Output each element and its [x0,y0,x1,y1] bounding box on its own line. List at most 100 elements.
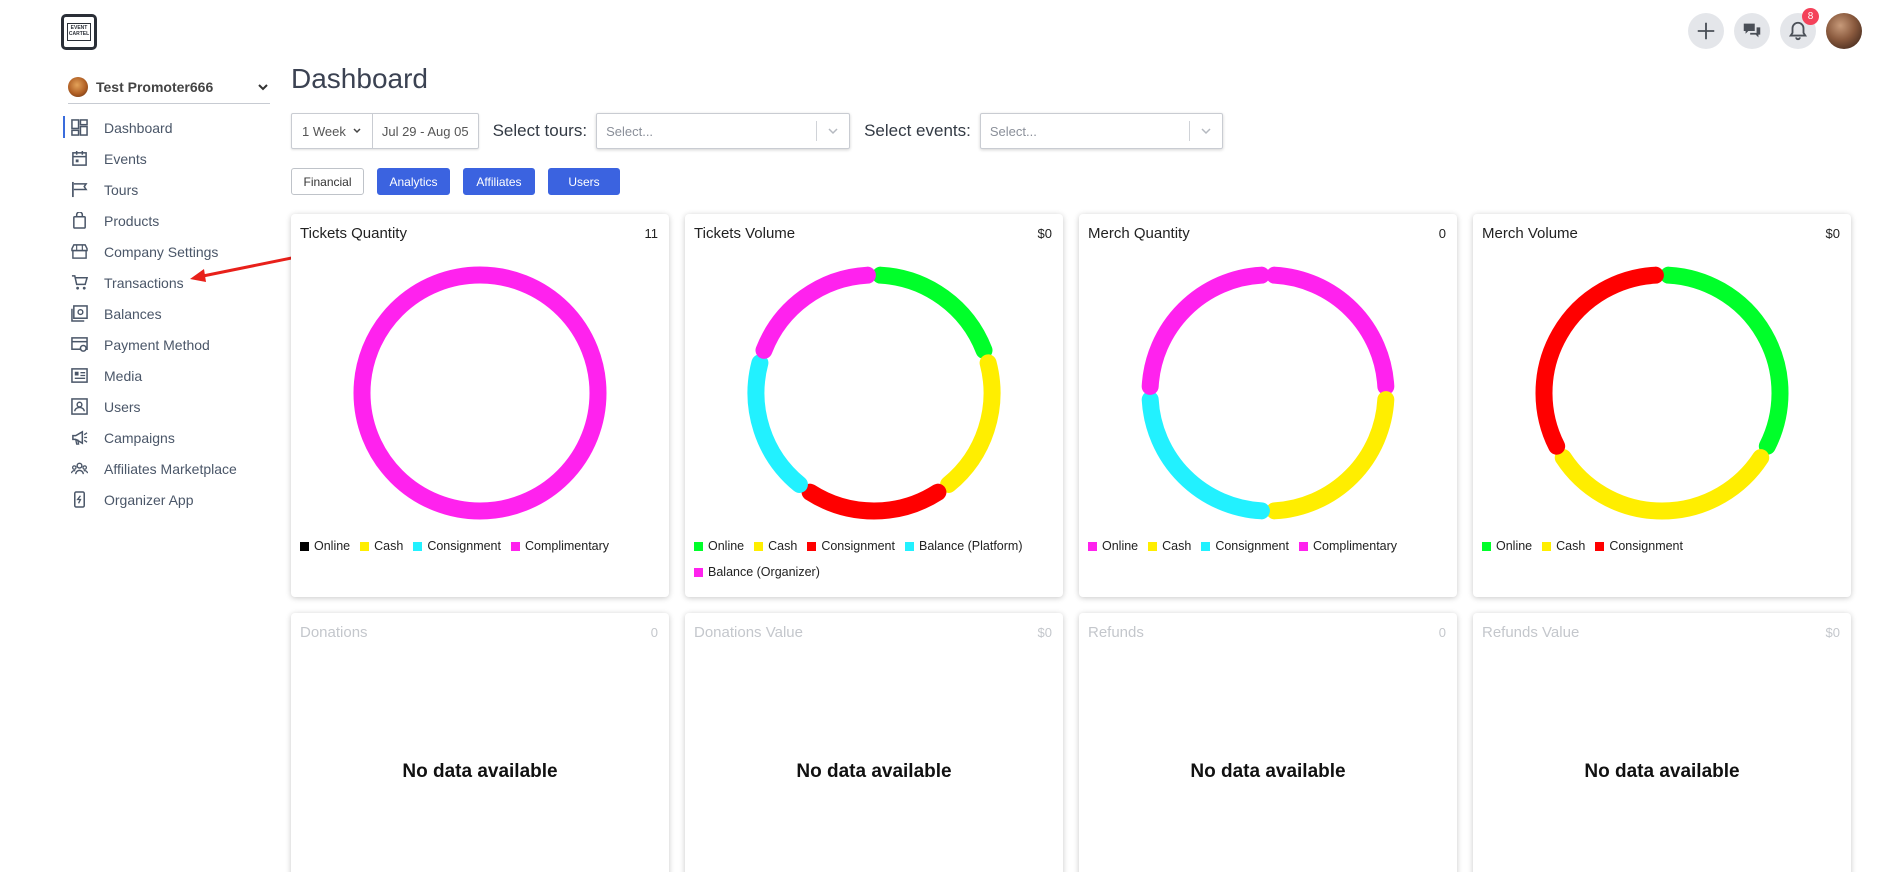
slice-cash[interactable] [940,354,1001,493]
sidebar-item-payment-method[interactable]: Payment Method [63,329,237,360]
megaphone-icon [71,429,88,446]
slice-balance-organizer-[interactable] [755,266,876,359]
sidebar-item-events[interactable]: Events [63,143,237,174]
sidebar-item-campaigns[interactable]: Campaigns [63,422,237,453]
sidebar-item-balances[interactable]: Balances [63,298,237,329]
period-select[interactable]: 1 Week [292,114,373,148]
merch-volume-card: Merch Volume $0 Online Cash Consignment [1473,214,1851,597]
legend-swatch [300,541,309,551]
money-icon [71,305,88,322]
slice-consignment[interactable] [1535,266,1664,455]
chart-legend: Online Cash Consignment Complimentary [1088,539,1451,553]
sidebar-item-tours[interactable]: Tours [63,174,237,205]
card-title: Merch Volume [1482,225,1578,242]
donations-value-card: Donations Value $0 No data available [685,613,1063,872]
no-data-message: No data available [796,761,952,782]
card-total: $0 [1825,226,1840,241]
slice-online[interactable] [1266,266,1395,395]
chart-legend: Online Cash Consignment Balance (Platform) B… [694,539,1057,579]
legend-label: Consignment [1609,539,1683,553]
legend-item[interactable]: Complimentary [1298,539,1397,553]
refunds-value-card: Refunds Value $0 No data available [1473,613,1851,872]
legend-item[interactable]: Complimentary [510,539,610,553]
tab-affiliates[interactable]: Affiliates [463,168,535,195]
events-select-placeholder: Select... [989,123,1037,139]
tab-financial[interactable]: Financial [291,168,364,195]
sidebar-item-label: Media [104,367,143,384]
refunds-card: Refunds 0 No data available [1079,613,1457,872]
slice-complimentary[interactable] [1141,266,1270,395]
sidebar-item-label: Campaigns [104,429,175,446]
slice-online[interactable] [1660,266,1789,455]
slice-balance-platform-[interactable] [747,354,808,493]
legend-label: Consignment [821,539,895,553]
legend-label: Cash [1556,539,1586,553]
legend-swatch [1088,541,1097,551]
legend-label: Complimentary [524,539,610,553]
legend-swatch [694,567,703,577]
legend-item[interactable]: Consignment [1201,539,1289,553]
tickets-volume-card: Tickets Volume $0 Online Cash Consignment B… [685,214,1063,597]
legend-label: Balance (Organizer) [708,565,820,579]
organizer-switcher[interactable]: Test Promoter666 [68,70,270,104]
slice-online[interactable] [872,266,993,359]
add-button[interactable] [1688,13,1724,49]
logo-text: EVENT CARTEL [67,23,91,41]
notifications-button[interactable]: 8 [1780,8,1819,49]
legend-item[interactable]: Balance (Platform) [904,539,1023,553]
sidebar-item-organizer-app[interactable]: Organizer App [63,484,237,515]
slice-consignment[interactable] [801,483,947,520]
donut-chart [1141,266,1395,520]
date-range-picker[interactable]: 1 Week Jul 29 - Aug 05 [291,113,479,149]
events-select[interactable]: Select... [979,113,1223,149]
messages-button[interactable] [1734,13,1770,49]
legend-item[interactable]: Online [300,539,350,553]
app-logo[interactable]: EVENT CARTEL [61,14,97,50]
legend-item[interactable]: Cash [360,539,403,553]
legend-item[interactable]: Consignment [1595,539,1683,553]
card-total: 0 [1438,625,1446,640]
tours-select[interactable]: Select... [596,113,851,149]
chevron-down-icon [353,128,361,134]
tab-users[interactable]: Users [548,168,620,195]
date-range-value: Jul 29 - Aug 05 [381,123,469,139]
user-avatar[interactable] [1826,13,1862,49]
card-gear-icon [71,336,88,353]
filters-bar: 1 Week Jul 29 - Aug 05 Select tours: Sel… [291,113,1223,149]
legend-item[interactable]: Online [694,539,744,553]
organizer-avatar [68,76,88,97]
slice-cash[interactable] [1554,449,1770,520]
slice-complimentary[interactable] [353,266,607,520]
legend-item[interactable]: Cash [1542,539,1585,553]
sidebar-item-dashboard[interactable]: Dashboard [63,112,237,143]
plus-icon [1697,22,1715,40]
tab-analytics[interactable]: Analytics [377,168,450,195]
slice-cash[interactable] [1266,391,1395,520]
chevron-down-icon [817,125,849,137]
chart-legend: Online Cash Consignment [1482,539,1845,553]
legend-item[interactable]: Balance (Organizer) [694,565,820,579]
legend-item[interactable]: Cash [754,539,797,553]
organizer-name: Test Promoter666 [96,78,214,95]
legend-item[interactable]: Online [1088,539,1138,553]
legend-item[interactable]: Cash [1148,539,1191,553]
legend-item[interactable]: Consignment [807,539,895,553]
card-title: Refunds [1088,624,1144,641]
sidebar-item-affiliates-marketplace[interactable]: Affiliates Marketplace [63,453,237,484]
legend-swatch [1542,541,1552,551]
legend-item[interactable]: Online [1482,539,1532,553]
period-value: 1 Week [302,123,346,139]
card-total: $0 [1037,226,1052,241]
no-data-message: No data available [402,761,558,782]
page-title: Dashboard [291,63,428,94]
sidebar-item-products[interactable]: Products [63,205,237,236]
bag-icon [71,212,88,229]
date-range-field[interactable]: Jul 29 - Aug 05 [373,114,478,148]
legend-swatch [754,541,764,551]
legend-swatch [1298,541,1308,551]
sidebar-item-users[interactable]: Users [63,391,237,422]
sidebar-item-media[interactable]: Media [63,360,237,391]
slice-consignment[interactable] [1141,391,1270,520]
legend-item[interactable]: Consignment [413,539,501,553]
no-data-message: No data available [1190,761,1346,782]
